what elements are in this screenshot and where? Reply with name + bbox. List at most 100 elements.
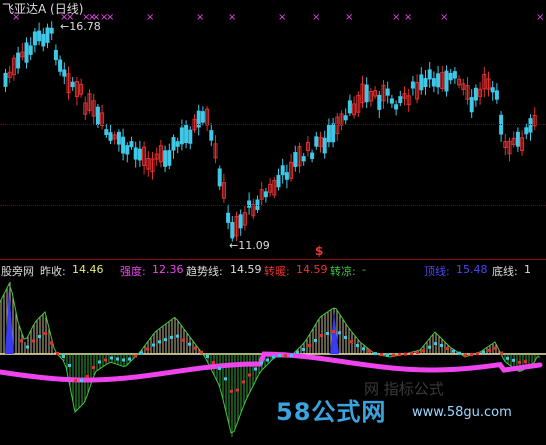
candle-body <box>32 31 37 46</box>
candle-body <box>200 111 205 123</box>
trend-dot <box>314 339 317 342</box>
candle-body <box>448 72 453 81</box>
candle-body <box>184 124 189 144</box>
grid-line <box>0 205 546 206</box>
candle-body <box>24 42 29 63</box>
trend-dot <box>176 334 179 338</box>
trend-dot <box>194 346 197 350</box>
panel-divider <box>0 259 546 260</box>
candle-body <box>3 72 8 87</box>
candle-body <box>377 94 382 110</box>
candle-body <box>188 129 193 144</box>
candle-body <box>171 137 176 151</box>
trend-dot <box>398 353 401 357</box>
candle-body <box>423 78 428 88</box>
candle-body <box>45 27 50 43</box>
candlestick-chart: × ×× ××× ×× × × × × × × × × × × <box>3 12 544 242</box>
candle-body <box>108 132 113 141</box>
candle-body <box>528 118 533 133</box>
candle-body <box>314 136 319 147</box>
high-value: 16.78 <box>69 20 101 33</box>
trend-dot <box>104 358 107 362</box>
trend-dot <box>410 351 413 355</box>
trend-dot <box>86 375 89 378</box>
trend-dot <box>164 338 167 342</box>
candle-body <box>469 97 474 113</box>
signal-x-marker: × <box>106 12 114 23</box>
trend-dot <box>254 367 257 371</box>
trend-dot <box>404 352 407 356</box>
candle-body <box>217 168 222 187</box>
trend-dot <box>140 351 143 355</box>
candle-body <box>230 222 235 239</box>
candle-body <box>398 96 403 104</box>
trend-dot <box>32 339 35 343</box>
signal-x-marker: × <box>536 12 544 23</box>
trend-dot <box>500 351 503 355</box>
trend-dot <box>494 346 497 350</box>
trend-dot <box>326 332 329 335</box>
candle-body <box>167 150 172 166</box>
trend-dot <box>236 388 239 392</box>
candle-body <box>121 136 126 154</box>
trend-dot <box>368 349 371 353</box>
trend-dot <box>200 350 203 354</box>
candle-body <box>347 100 352 114</box>
candle-body <box>284 172 289 180</box>
candle-body <box>263 191 268 198</box>
trend-dot <box>56 352 59 355</box>
signal-x-marker: × <box>440 12 448 23</box>
signal-x-marker: × <box>228 12 236 23</box>
candlestick-panel[interactable]: × × × × × × × × × × × × × × × × × × <box>0 0 546 258</box>
trend-dot <box>224 377 227 381</box>
candle-body <box>515 131 520 147</box>
candle-body <box>394 104 399 110</box>
trend-dot <box>134 354 137 358</box>
candle-body <box>226 212 231 223</box>
trend-dot <box>374 352 377 356</box>
candle-body <box>276 174 281 188</box>
trend-dot <box>44 332 47 335</box>
trend-dot <box>386 353 389 357</box>
candle-body <box>49 27 54 34</box>
candle-body <box>473 87 478 101</box>
candle-body <box>301 156 306 162</box>
candle-body <box>58 59 63 72</box>
trend-dot <box>380 353 383 356</box>
trend-dot <box>308 344 311 347</box>
trend-dot <box>62 355 65 358</box>
candle-body <box>280 165 285 176</box>
signal-x-marker: × <box>196 12 204 23</box>
candle-body <box>322 137 327 154</box>
trend-dot <box>80 379 83 382</box>
candle-body <box>37 30 42 42</box>
trend-dot <box>38 335 41 338</box>
trend-dot <box>296 351 299 354</box>
trend-dot <box>440 344 443 347</box>
trend-dot <box>272 355 275 359</box>
candle-body <box>129 141 134 148</box>
signal-x-marker: × <box>392 12 400 23</box>
trend-dot <box>230 389 233 393</box>
candle-body <box>104 129 109 136</box>
candle-body <box>70 81 75 88</box>
signal-x-marker: × <box>146 12 154 23</box>
trend-dot <box>362 347 365 351</box>
trend-dot <box>302 348 305 351</box>
signal-x-marker: × <box>345 12 353 23</box>
watermark-url: www.58gu.com <box>412 405 512 420</box>
candle-body <box>133 147 138 160</box>
high-price-label: ←16.78 <box>60 20 101 33</box>
trend-dot <box>116 357 119 361</box>
trend-dot <box>170 335 173 339</box>
trend-dot <box>122 358 125 362</box>
candle-body <box>436 73 441 88</box>
trend-dot <box>344 335 347 339</box>
signal-marker: $ <box>315 244 324 258</box>
candle-body <box>410 81 415 89</box>
trend-dot <box>338 331 341 335</box>
trend-dot <box>506 356 509 360</box>
trend-dot <box>68 364 71 367</box>
trend-dot <box>332 330 335 333</box>
trend-dot <box>266 358 269 362</box>
